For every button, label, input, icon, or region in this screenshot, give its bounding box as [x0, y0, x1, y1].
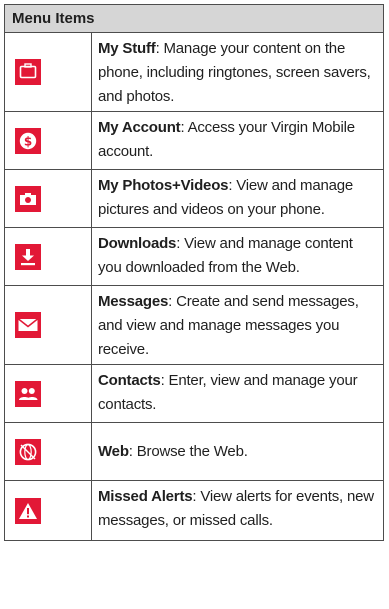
icon-cell — [5, 481, 92, 540]
description-cell: My Stuff: Manage your content on the pho… — [98, 40, 371, 105]
table-row: Missed Alerts: View alerts for events, n… — [5, 481, 383, 540]
icon-cell — [5, 170, 92, 227]
table-row: $ My Account: Access your Virgin Mobile … — [5, 112, 383, 170]
description-cell: Missed Alerts: View alerts for events, n… — [98, 488, 374, 529]
item-name: Web — [98, 443, 129, 460]
menu-items-table: Menu Items My Stuff: Manage your content… — [4, 4, 384, 541]
warning-icon — [15, 497, 41, 524]
camera-icon — [15, 185, 41, 212]
table-row: My Photos+Videos: View and manage pictur… — [5, 170, 383, 228]
item-name: My Account — [98, 119, 181, 136]
item-name: My Photos+Videos — [98, 177, 229, 194]
globe-icon — [15, 438, 41, 465]
icon-cell — [5, 423, 92, 480]
icon-cell — [5, 33, 92, 111]
item-name: Missed Alerts — [98, 488, 193, 505]
icon-cell — [5, 286, 92, 364]
table-row: Contacts: Enter, view and manage your co… — [5, 365, 383, 423]
table-header: Menu Items — [5, 5, 383, 33]
description-cell: Downloads: View and manage content you d… — [98, 235, 353, 276]
item-name: Contacts — [98, 372, 161, 389]
table-row: Messages: Create and send messages, and … — [5, 286, 383, 365]
briefcase-icon — [15, 59, 41, 85]
item-name: My Stuff — [98, 40, 156, 57]
icon-cell — [5, 228, 92, 285]
envelope-icon — [15, 312, 41, 338]
description-cell: My Photos+Videos: View and manage pictur… — [98, 177, 354, 218]
table-row: Downloads: View and manage content you d… — [5, 228, 383, 286]
item-description: Browse the Web. — [136, 443, 248, 460]
description-cell: Web: Browse the Web. — [98, 443, 248, 460]
item-name: Messages — [98, 293, 169, 310]
description-cell: Messages: Create and send messages, and … — [98, 293, 359, 358]
download-icon — [15, 243, 41, 270]
description-cell: Contacts: Enter, view and manage your co… — [98, 372, 358, 413]
description-cell: My Account: Access your Virgin Mobile ac… — [98, 119, 355, 160]
icon-cell: $ — [5, 112, 92, 169]
contacts-icon — [15, 380, 41, 407]
dollar-icon: $ — [15, 127, 41, 154]
table-row: Web: Browse the Web. — [5, 423, 383, 481]
svg-text:$: $ — [24, 134, 32, 148]
icon-cell — [5, 365, 92, 422]
item-name: Downloads — [98, 235, 177, 252]
table-row: My Stuff: Manage your content on the pho… — [5, 33, 383, 112]
